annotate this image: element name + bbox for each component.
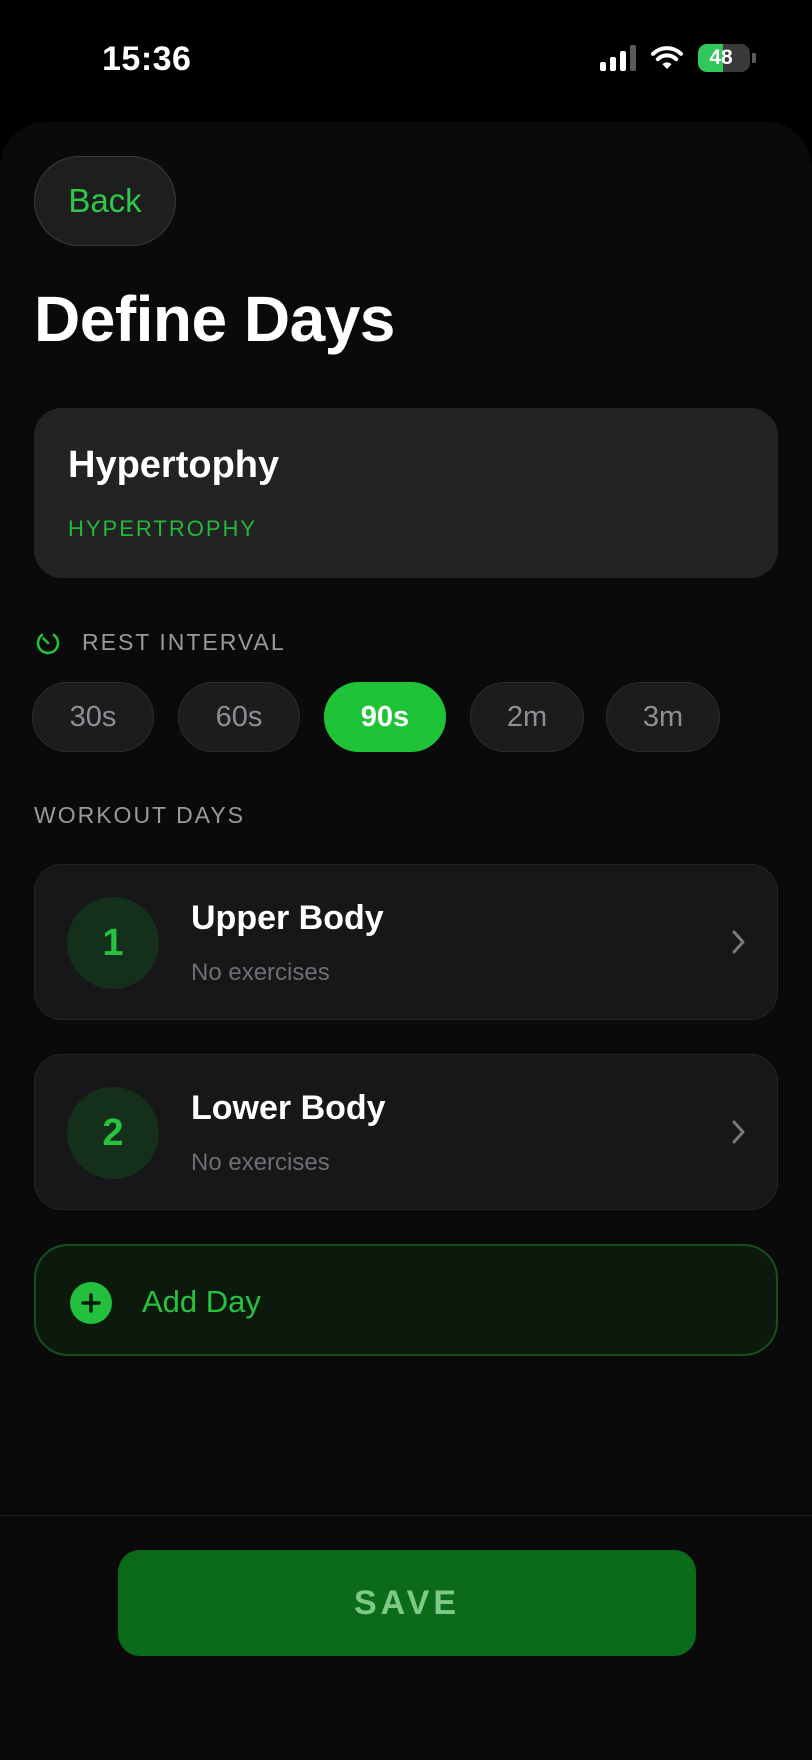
day-card-upper-body[interactable]: 1 Upper Body No exercises bbox=[34, 864, 778, 1020]
day-name: Upper Body bbox=[191, 899, 384, 937]
add-day-label: Add Day bbox=[142, 1284, 261, 1319]
rest-option-30s[interactable]: 30s bbox=[32, 682, 154, 752]
add-day-button[interactable]: Add Day bbox=[34, 1244, 778, 1356]
cellular-signal-icon bbox=[600, 45, 636, 71]
day-card-lower-body[interactable]: 2 Lower Body No exercises bbox=[34, 1054, 778, 1210]
battery-tip bbox=[752, 53, 756, 63]
rest-interval-header: REST INTERVAL bbox=[34, 628, 286, 656]
workout-days-label: WORKOUT DAYS bbox=[34, 802, 245, 828]
rest-option-2m[interactable]: 2m bbox=[470, 682, 584, 752]
rest-option-90s[interactable]: 90s bbox=[324, 682, 446, 752]
timer-icon bbox=[36, 631, 60, 655]
page-title: Define Days bbox=[34, 283, 395, 355]
status-icons: 48 bbox=[600, 44, 756, 72]
day-number-badge: 2 bbox=[67, 1087, 159, 1179]
rest-option-60s[interactable]: 60s bbox=[178, 682, 300, 752]
save-button[interactable]: SAVE bbox=[118, 1550, 696, 1656]
wifi-icon bbox=[651, 46, 683, 69]
rest-interval-label: REST INTERVAL bbox=[82, 628, 286, 655]
chevron-right-icon bbox=[732, 930, 745, 954]
define-days-sheet: Back Define Days Hypertophy HYPERTROPHY … bbox=[0, 122, 812, 1760]
program-type-label: HYPERTROPHY bbox=[68, 516, 258, 541]
plus-circle-icon bbox=[70, 1282, 112, 1324]
footer-divider bbox=[0, 1515, 812, 1516]
battery-charging-icon: 48 bbox=[698, 44, 750, 72]
status-bar: 15:36 48 bbox=[0, 0, 812, 120]
day-exercise-count: No exercises bbox=[191, 1149, 330, 1176]
rest-option-3m[interactable]: 3m bbox=[606, 682, 720, 752]
back-button[interactable]: Back bbox=[34, 156, 176, 246]
day-name: Lower Body bbox=[191, 1089, 386, 1127]
battery-percent: 48 bbox=[709, 46, 733, 69]
status-time: 15:36 bbox=[102, 40, 192, 78]
program-card: Hypertophy HYPERTROPHY bbox=[34, 408, 778, 578]
day-exercise-count: No exercises bbox=[191, 959, 330, 986]
chevron-right-icon bbox=[732, 1120, 745, 1144]
program-name: Hypertophy bbox=[68, 444, 280, 486]
day-number-badge: 1 bbox=[67, 897, 159, 989]
